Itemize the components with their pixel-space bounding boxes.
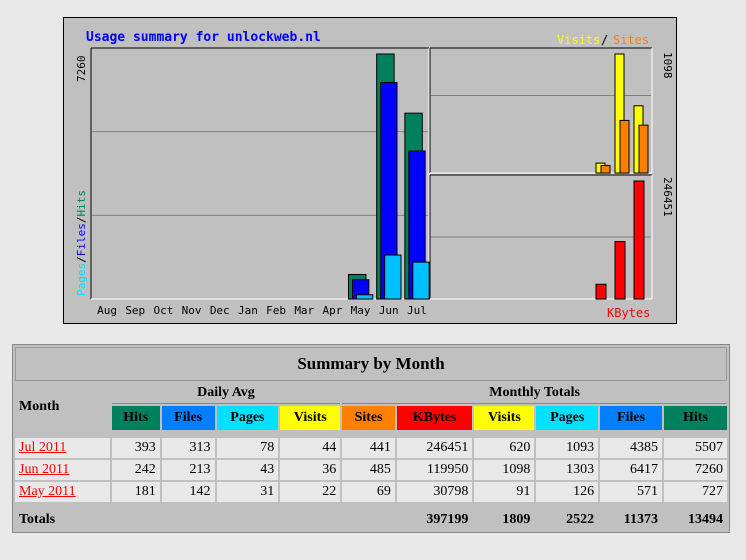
summary-title: Summary by Month: [15, 347, 727, 381]
month-tick-label: Dec: [210, 304, 230, 317]
main-ylabel-part: Pages: [75, 263, 88, 296]
monthly-hits-cell: 5507: [663, 438, 727, 458]
main-ylabel: Pages/Files/Hits: [75, 190, 88, 296]
month-tick-label: May: [351, 304, 371, 317]
month-tick-label: Apr: [322, 304, 342, 317]
month-tick-label: Aug: [97, 304, 117, 317]
monthly-files-header: Files: [600, 406, 662, 430]
total-kbytes: 397199: [396, 510, 473, 530]
monthly-hits-header: Hits: [663, 406, 727, 430]
month-tick-label: Mar: [294, 304, 314, 317]
kbytes-legend-label: KBytes: [607, 306, 650, 320]
daily-hits-cell: 242: [111, 460, 160, 480]
kbytes-ymax-label: 246451: [661, 177, 674, 217]
daily-hits-cell: 393: [111, 438, 160, 458]
daily-pages-header: Pages: [216, 406, 279, 430]
daily-visits-cell: 22: [280, 482, 341, 502]
bar-pages-jun: [384, 254, 402, 300]
monthly-totals-header: Monthly Totals: [342, 383, 727, 404]
bar-sites-2: [638, 124, 649, 174]
bar-pages-may: [356, 294, 374, 300]
monthly-pages-cell: 1303: [536, 460, 599, 480]
month-tick-label: Sep: [125, 304, 145, 317]
bar-kbytes-1: [614, 241, 626, 300]
month-tick-label: Feb: [266, 304, 286, 317]
daily-pages-cell: 31: [216, 482, 279, 502]
bar-sites-0: [600, 165, 611, 174]
monthly-pages-header: Pages: [536, 406, 599, 430]
month-cell: Jul 2011: [15, 438, 110, 458]
chart-title: Usage summary for unlockweb.nl: [86, 30, 321, 45]
monthly-kbytes-cell: 119950: [396, 460, 473, 480]
monthly-files-cell: 571: [600, 482, 662, 502]
visits-legend-separator: /: [601, 33, 608, 47]
month-cell: May 2011: [15, 482, 110, 502]
monthly-kbytes-cell: 246451: [396, 438, 473, 458]
monthly-visits-header: Visits: [474, 406, 535, 430]
month-header: Month: [15, 383, 110, 430]
bar-sites-1: [619, 119, 630, 174]
monthly-sites-cell: 441: [342, 438, 395, 458]
visits-ymax-label: 1098: [661, 52, 674, 79]
main-ylabel-part: Hits: [75, 190, 88, 217]
main-ymax-label: 7260: [75, 56, 88, 83]
daily-files-cell: 142: [161, 482, 215, 502]
summary-table: Summary by Month Month Daily Avg Monthly…: [13, 345, 729, 532]
sites-legend-label: Sites: [613, 33, 649, 47]
daily-avg-header: Daily Avg: [111, 383, 341, 404]
month-link[interactable]: Jun 2011: [19, 462, 69, 477]
total-pages: 2522: [536, 510, 599, 530]
main-ylabel-part: /: [75, 256, 88, 263]
month-tick-label: Jan: [238, 304, 258, 317]
daily-visits-cell: 36: [280, 460, 341, 480]
month-tick-label: Jul: [407, 304, 427, 317]
monthly-files-cell: 4385: [600, 438, 662, 458]
daily-hits-cell: 181: [111, 482, 160, 502]
daily-pages-cell: 43: [216, 460, 279, 480]
totals-row: Totals 397199 1809 2522 11373 13494: [15, 510, 727, 530]
table-row: Jun 2011 242 213 43 36 485 119950 1098 1…: [15, 460, 727, 480]
month-tick-label: Nov: [182, 304, 202, 317]
totals-label: Totals: [15, 510, 110, 530]
daily-visits-cell: 44: [280, 438, 341, 458]
monthly-files-cell: 6417: [600, 460, 662, 480]
total-files: 11373: [600, 510, 662, 530]
table-row: May 2011 181 142 31 22 69 30798 91 126 5…: [15, 482, 727, 502]
usage-chart-svg: Usage summary for unlockweb.nl Visits / …: [75, 30, 674, 320]
month-cell: Jun 2011: [15, 460, 110, 480]
daily-hits-header: Hits: [111, 406, 160, 430]
monthly-hits-cell: 727: [663, 482, 727, 502]
main-ylabel-part: Files: [75, 223, 88, 256]
total-visits: 1809: [474, 510, 535, 530]
main-ylabel-part: /: [75, 217, 88, 224]
monthly-visits-cell: 1098: [474, 460, 535, 480]
monthly-visits-cell: 620: [474, 438, 535, 458]
month-tick-label: Oct: [153, 304, 173, 317]
daily-visits-header: Visits: [280, 406, 341, 430]
month-link[interactable]: Jul 2011: [19, 440, 66, 455]
monthly-sites-cell: 485: [342, 460, 395, 480]
daily-files-cell: 213: [161, 460, 215, 480]
summary-by-month: Summary by Month Month Daily Avg Monthly…: [12, 344, 730, 533]
monthly-pages-cell: 126: [536, 482, 599, 502]
table-row: Jul 2011 393 313 78 44 441 246451 620 10…: [15, 438, 727, 458]
bar-kbytes-2: [633, 180, 645, 300]
monthly-kbytes-header: KBytes: [396, 406, 473, 430]
daily-files-cell: 313: [161, 438, 215, 458]
month-tick-label: Jun: [379, 304, 399, 317]
monthly-sites-header: Sites: [342, 406, 395, 430]
usage-chart: Usage summary for unlockweb.nl Visits / …: [63, 17, 677, 324]
monthly-sites-cell: 69: [342, 482, 395, 502]
monthly-hits-cell: 7260: [663, 460, 727, 480]
total-hits: 13494: [663, 510, 727, 530]
monthly-visits-cell: 91: [474, 482, 535, 502]
monthly-pages-cell: 1093: [536, 438, 599, 458]
bar-pages-jul: [412, 261, 430, 300]
month-link[interactable]: May 2011: [19, 484, 76, 499]
bar-kbytes-0: [595, 283, 607, 300]
daily-pages-cell: 78: [216, 438, 279, 458]
monthly-kbytes-cell: 30798: [396, 482, 473, 502]
visits-legend-label: Visits: [557, 33, 600, 47]
daily-files-header: Files: [161, 406, 215, 430]
